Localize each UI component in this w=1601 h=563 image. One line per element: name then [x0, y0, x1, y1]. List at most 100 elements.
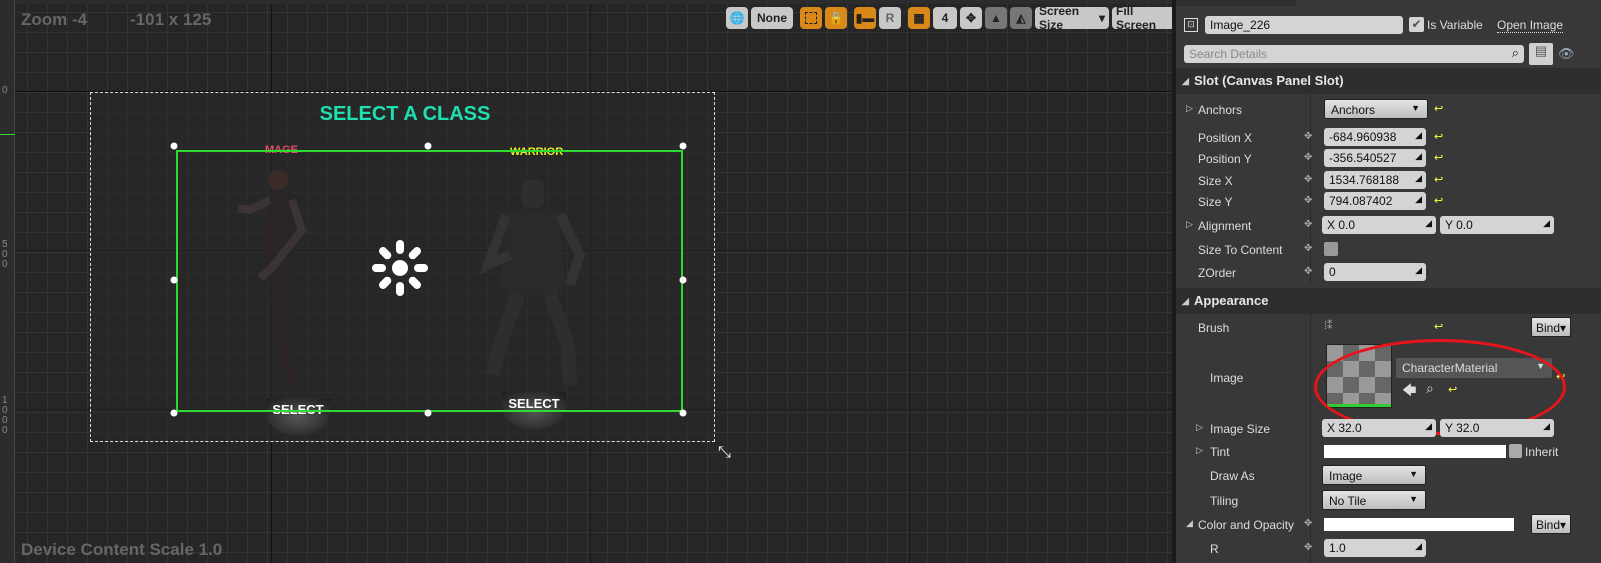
pin-icon[interactable]: ✥	[1304, 243, 1312, 254]
resize-handle[interactable]	[424, 142, 432, 150]
details-tab[interactable]	[1176, 0, 1296, 6]
zorder-label: ZOrder	[1198, 266, 1237, 280]
position-x-row: Position X ✥ -684.960938 ↩	[1176, 127, 1601, 149]
size-x-input[interactable]: 1534.768188	[1324, 171, 1426, 189]
expand-icon[interactable]: ▷	[1196, 422, 1203, 433]
ruler-top	[15, 0, 1172, 4]
pin-icon[interactable]: ✥	[1304, 152, 1312, 163]
fill-screen-dropdown[interactable]: Fill Screen▾	[1112, 4, 1172, 32]
resize-handle[interactable]	[170, 409, 178, 417]
layout-icon[interactable]: ▮▬	[854, 7, 876, 29]
ruler-label: 0	[2, 85, 8, 96]
open-image-link[interactable]: Open Image	[1497, 18, 1564, 33]
resize-handle[interactable]	[424, 409, 432, 417]
r-toggle[interactable]: R	[879, 7, 901, 29]
position-y-input[interactable]: -356.540527	[1324, 149, 1426, 167]
locale-dropdown[interactable]: None	[751, 7, 793, 29]
reset-icon[interactable]: ↩	[1434, 173, 1443, 186]
ruler-label: 5 0 0	[2, 239, 8, 270]
resize-arrows-icon[interactable]: ⤡	[718, 444, 731, 462]
widget-name-input[interactable]: Image_226	[1205, 16, 1403, 34]
image-size-y-input[interactable]: Y 32.0	[1440, 419, 1554, 437]
pin-icon[interactable]: ✥	[1304, 131, 1312, 142]
outline-toggle-icon[interactable]	[800, 7, 822, 29]
image-icon[interactable]: ▲	[985, 7, 1007, 29]
draw-as-value: Image	[1329, 469, 1363, 483]
r-input[interactable]: 1.0	[1324, 539, 1426, 557]
resize-handle[interactable]	[679, 409, 687, 417]
brush-bind-button[interactable]: Bind▾	[1531, 317, 1571, 337]
ruler-marker	[0, 134, 15, 135]
reset-icon[interactable]: ↩	[1434, 194, 1443, 207]
pin-icon[interactable]: ✥	[1304, 266, 1312, 277]
lock-icon[interactable]: 🔒	[825, 7, 847, 29]
grid-snap-dropdown[interactable]: 4	[933, 7, 957, 29]
image-size-x-input[interactable]: X 32.0	[1322, 419, 1436, 437]
expand-icon[interactable]: ▷	[1186, 103, 1193, 114]
color-opacity-swatch[interactable]	[1324, 518, 1514, 531]
pin-icon[interactable]: ✥	[1304, 174, 1312, 185]
size-to-content-checkbox[interactable]	[1324, 242, 1338, 256]
collapse-icon[interactable]: ◢	[1186, 518, 1193, 529]
globe-icon[interactable]: 🌐	[726, 7, 748, 29]
color-opacity-row: ◢ Color and Opacity ✥ Bind▾	[1176, 514, 1601, 536]
search-icon: ⌕	[1511, 45, 1519, 60]
tint-color-swatch[interactable]	[1324, 445, 1506, 458]
designer-canvas[interactable]: 0 5 0 0 1 0 0 0 Zoom -4 -101 x 125 Devic…	[0, 0, 1172, 563]
expand-icon[interactable]: ▷	[1186, 219, 1193, 230]
zorder-input[interactable]: 0	[1324, 263, 1426, 281]
chevron-down-icon: ▼	[1409, 494, 1418, 504]
size-x-row: Size X ✥ 1534.768188 ↩	[1176, 170, 1601, 192]
reset-icon[interactable]: ↩	[1434, 130, 1443, 143]
section-title: Slot (Canvas Panel Slot)	[1194, 73, 1344, 88]
reset-icon[interactable]: ↩	[1434, 320, 1443, 333]
visibility-eye-icon[interactable]: 👁	[1558, 46, 1575, 62]
zoom-label: Zoom -4	[21, 10, 88, 29]
tiling-row: Tiling No Tile ▼	[1176, 490, 1601, 512]
color-bind-button[interactable]: Bind▾	[1531, 514, 1571, 534]
slot-section-header[interactable]: ◢ Slot (Canvas Panel Slot)	[1176, 68, 1601, 94]
expand-icon[interactable]: ▷	[1196, 445, 1203, 456]
reset-icon[interactable]: ↩	[1434, 102, 1443, 115]
alignment-row: ▷ Alignment ✥ X 0.0 Y 0.0	[1176, 215, 1601, 237]
screen-size-dropdown[interactable]: Screen Size ▾	[1035, 4, 1109, 32]
pin-icon[interactable]: ✥	[1304, 219, 1312, 230]
collapse-icon: ◢	[1182, 76, 1189, 86]
size-y-row: Size Y ✥ 794.087402 ↩	[1176, 191, 1601, 213]
tiling-dropdown[interactable]: No Tile ▼	[1322, 490, 1426, 510]
position-y-label: Position Y	[1198, 152, 1252, 166]
selected-image-bounds[interactable]	[176, 150, 683, 412]
draw-as-dropdown[interactable]: Image ▼	[1322, 465, 1426, 485]
resize-handle[interactable]	[679, 276, 687, 284]
chevron-down-icon: ▼	[1409, 469, 1418, 479]
pin-icon[interactable]: ✥	[1304, 195, 1312, 206]
tint-label: Tint	[1210, 445, 1230, 459]
resize-handle[interactable]	[170, 142, 178, 150]
ruler-label: 1 0 0 0	[2, 395, 8, 436]
position-x-input[interactable]: -684.960938	[1324, 128, 1426, 146]
fill-screen-label: Fill Screen	[1116, 4, 1157, 32]
brush-row: Brush ⁞⁑ ↩ Bind▾	[1176, 317, 1601, 339]
flip-icon[interactable]: ◭	[1010, 7, 1032, 29]
alignment-y-input[interactable]: Y 0.0	[1440, 216, 1554, 234]
property-matrix-icon[interactable]: ▤	[1529, 43, 1553, 65]
size-y-input[interactable]: 794.087402	[1324, 192, 1426, 210]
pin-icon[interactable]: ✥	[1304, 518, 1312, 529]
anchors-dropdown[interactable]: Anchors ▼	[1324, 99, 1428, 119]
alignment-x-input[interactable]: X 0.0	[1322, 216, 1436, 234]
reset-icon[interactable]: ↩	[1434, 151, 1443, 164]
zorder-row: ZOrder ✥ 0	[1176, 262, 1601, 284]
bind-label: Bind	[1536, 321, 1561, 335]
search-details-input[interactable]: Search Details ⌕	[1184, 45, 1524, 63]
grid-icon[interactable]: ▦	[908, 7, 930, 29]
collapse-icon: ◢	[1182, 296, 1189, 306]
inherit-label: Inherit	[1525, 445, 1559, 459]
pin-icon[interactable]: ✥	[1304, 542, 1312, 553]
resize-handle[interactable]	[170, 276, 178, 284]
transform-icon[interactable]: ✥	[960, 7, 982, 29]
brush-preview-icon: ⁞⁑	[1324, 320, 1333, 332]
appearance-section-header[interactable]: ◢ Appearance	[1176, 288, 1601, 314]
is-variable-checkbox[interactable]: ✔	[1409, 17, 1424, 32]
resize-handle[interactable]	[679, 142, 687, 150]
inherit-checkbox[interactable]	[1509, 444, 1522, 458]
